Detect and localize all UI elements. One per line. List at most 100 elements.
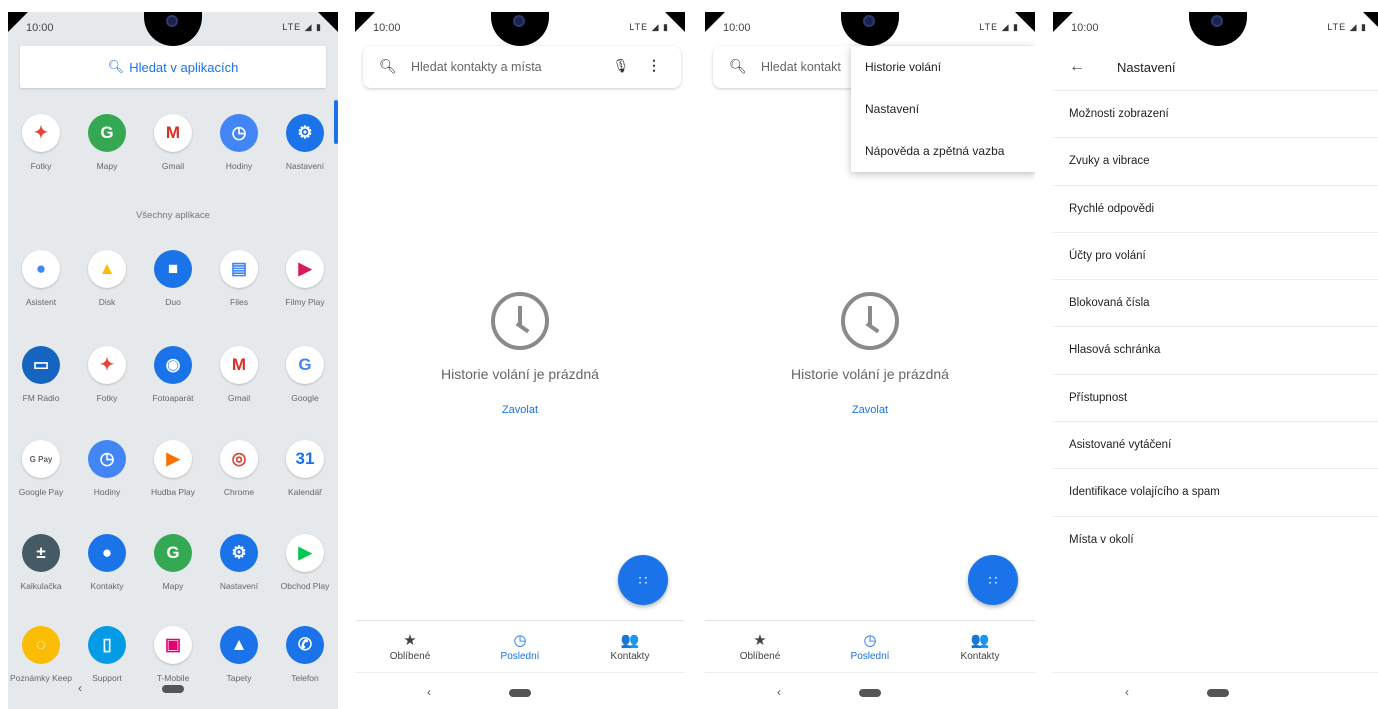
dialpad-fab[interactable]: ∷	[618, 555, 668, 605]
app-clock[interactable]: ◷ Hodiny	[74, 440, 140, 497]
app-play-store[interactable]: ▶ Obchod Play	[272, 534, 338, 591]
home-pill[interactable]	[1207, 689, 1229, 697]
empty-history-text: Historie volání je prázdná	[791, 366, 949, 382]
app-radio[interactable]: ▭ FM Rádio	[8, 346, 74, 403]
app-label: Nastavení	[285, 161, 325, 171]
star-icon: ★	[753, 632, 767, 649]
settings-item-nearby-places[interactable]: Místa v okolí	[1053, 515, 1378, 563]
calendar-icon: 31	[286, 440, 324, 478]
tab-contacts[interactable]: 👥 Kontakty	[575, 621, 685, 672]
app-camera[interactable]: ◉ Fotoaparát	[140, 346, 206, 403]
tab-recent[interactable]: ◷ Poslední	[465, 621, 575, 672]
app-label: Kalendář	[287, 487, 323, 497]
more-options-icon[interactable]: ⋮	[647, 57, 661, 74]
home-pill[interactable]	[509, 689, 531, 697]
app-keep[interactable]: ◌ Poznámky Keep	[8, 626, 74, 683]
back-icon[interactable]: ‹	[78, 681, 82, 695]
photos-icon: ✦	[88, 346, 126, 384]
microphone-icon[interactable]: 🎙︎	[612, 58, 629, 74]
tab-recent-label: Poslední	[850, 651, 890, 662]
play-movies-icon: ▶	[286, 250, 324, 288]
settings-item-calling-accounts[interactable]: Účty pro volání	[1053, 231, 1378, 279]
app-tmobile[interactable]: ▣ T-Mobile	[140, 626, 206, 683]
menu-item-help[interactable]: Nápověda a zpětná vazba	[851, 130, 1035, 172]
settings-item-quick-replies[interactable]: Rychlé odpovědi	[1053, 184, 1378, 232]
app-label: Obchod Play	[280, 581, 330, 591]
app-label: Hodiny	[93, 487, 121, 497]
all-apps-title: Všechny aplikace	[136, 210, 210, 221]
settings-item-assisted-dialing[interactable]: Asistované vytáčení	[1053, 421, 1378, 468]
status-time: 10:00	[26, 22, 54, 34]
settings-list: Možnosti zobrazení Zvuky a vibrace Rychl…	[1053, 90, 1378, 563]
app-assistant[interactable]: ● Asistent	[8, 250, 74, 307]
settings-item-voicemail[interactable]: Hlasová schránka	[1053, 326, 1378, 373]
settings-item-sounds[interactable]: Zvuky a vibrace	[1053, 137, 1378, 184]
app-drive[interactable]: ▲ Disk	[74, 250, 140, 307]
dialer-search-bar[interactable]: 🔍︎ Hledat kontakty a místa 🎙︎ ⋮	[363, 46, 681, 88]
app-support[interactable]: ▯ Support	[74, 626, 140, 683]
app-wallpapers[interactable]: ▲ Tapety	[206, 626, 272, 683]
app-label: Hudba Play	[151, 487, 195, 497]
app-gmail[interactable]: M Gmail	[206, 346, 272, 403]
app-calculator[interactable]: ± Kalkulačka	[8, 534, 74, 591]
menu-item-call-history[interactable]: Historie volání	[851, 46, 1035, 88]
app-chrome[interactable]: ◎ Chrome	[206, 440, 272, 497]
menu-item-settings[interactable]: Nastavení	[851, 88, 1035, 130]
screen-corner-left	[705, 12, 725, 32]
app-files[interactable]: ▤ Files	[206, 250, 272, 307]
back-icon[interactable]: ‹	[427, 685, 431, 699]
app-label: Fotky	[30, 161, 52, 171]
app-play-movies[interactable]: ▶ Filmy Play	[272, 250, 338, 307]
app-settings[interactable]: ⚙ Nastavení	[206, 534, 272, 591]
overflow-menu: Historie volání Nastavení Nápověda a zpě…	[851, 46, 1035, 172]
app-maps[interactable]: G Mapy	[140, 534, 206, 591]
tab-favorites[interactable]: ★ Oblíbené	[705, 621, 815, 672]
dialer-search-placeholder: Hledat kontakt	[761, 60, 841, 74]
settings-item-display[interactable]: Možnosti zobrazení	[1053, 90, 1378, 137]
google-icon: G	[286, 346, 324, 384]
tab-favorites-label: Oblíbené	[389, 651, 431, 662]
app-photos[interactable]: ✦ Fotky	[74, 346, 140, 403]
app-google[interactable]: G Google	[272, 346, 338, 403]
settings-icon: ⚙	[220, 534, 258, 572]
app-play-music[interactable]: ▶ Hudba Play	[140, 440, 206, 497]
app-phone[interactable]: ✆ Telefon	[272, 626, 338, 683]
contacts-icon: ●	[88, 534, 126, 572]
settings-item-caller-id-spam[interactable]: Identifikace volajícího a spam	[1053, 468, 1378, 515]
app-settings[interactable]: ⚙ Nastavení	[272, 114, 338, 171]
settings-item-accessibility[interactable]: Přístupnost	[1053, 373, 1378, 421]
back-icon[interactable]: ‹	[777, 685, 781, 699]
tab-recent[interactable]: ◷ Poslední	[815, 621, 925, 672]
app-search-bar[interactable]: 🔍︎ Hledat v aplikacích	[20, 46, 326, 88]
drive-icon: ▲	[88, 250, 126, 288]
app-google-pay[interactable]: G Pay Google Pay	[8, 440, 74, 497]
app-contacts[interactable]: ● Kontakty	[74, 534, 140, 591]
status-bar: 10:00 LTE ◢ ▮	[1071, 20, 1367, 36]
app-label: FM Rádio	[22, 393, 60, 403]
app-label: Hodiny	[225, 161, 253, 171]
back-icon[interactable]: ‹	[1125, 685, 1129, 699]
settings-item-blocked-numbers[interactable]: Blokovaná čísla	[1053, 279, 1378, 326]
google-pay-icon: G Pay	[22, 440, 60, 478]
settings-header: ← Nastavení	[1053, 46, 1378, 90]
call-link[interactable]: Zavolat	[705, 404, 1035, 416]
app-maps[interactable]: G Mapy	[74, 114, 140, 171]
app-gmail[interactable]: M Gmail	[140, 114, 206, 171]
home-pill[interactable]	[859, 689, 881, 697]
tab-recent-label: Poslední	[500, 651, 540, 662]
back-arrow-icon[interactable]: ←	[1069, 58, 1085, 76]
app-label: Duo	[165, 297, 181, 307]
system-nav-bar: ‹	[355, 672, 685, 709]
app-clock[interactable]: ◷ Hodiny	[206, 114, 272, 171]
app-photos[interactable]: ✦ Fotky	[8, 114, 74, 171]
tab-contacts[interactable]: 👥 Kontakty	[925, 621, 1035, 672]
app-label: Mapy	[162, 581, 184, 591]
photos-icon: ✦	[22, 114, 60, 152]
tab-favorites[interactable]: ★ Oblíbené	[355, 621, 465, 672]
dialpad-fab[interactable]: ∷	[968, 555, 1018, 605]
home-pill[interactable]	[162, 685, 184, 693]
app-duo[interactable]: ■ Duo	[140, 250, 206, 307]
call-link[interactable]: Zavolat	[355, 404, 685, 416]
app-calendar[interactable]: 31 Kalendář	[272, 440, 338, 497]
clock-history-icon	[491, 292, 549, 350]
